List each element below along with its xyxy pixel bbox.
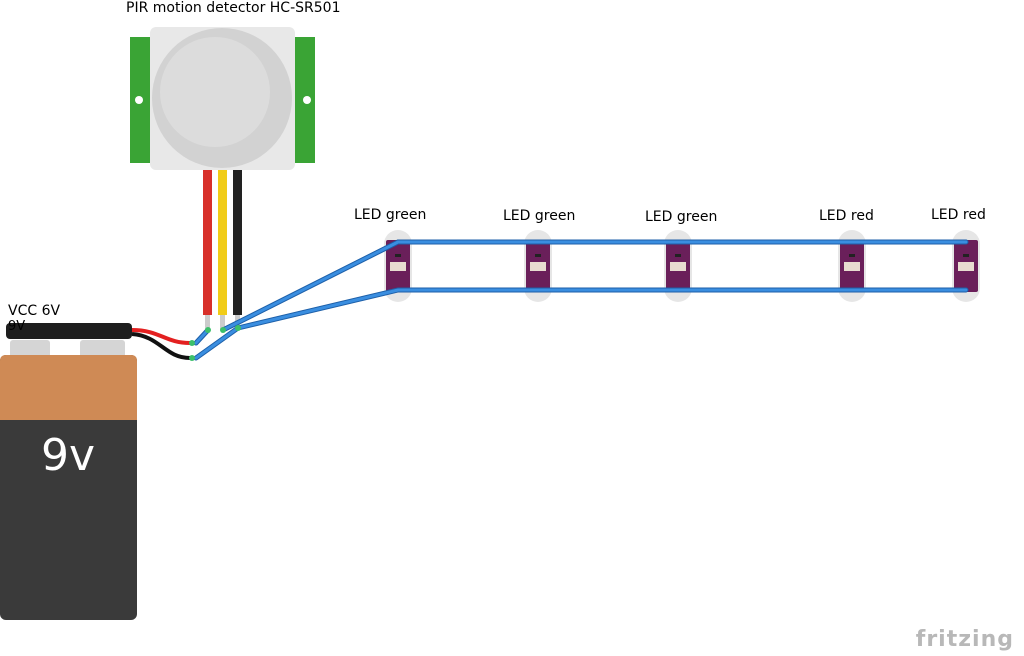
led-label: LED red	[819, 208, 874, 224]
fritzing-logo: fritzing	[915, 627, 1014, 652]
led-label: LED green	[645, 209, 718, 225]
battery-voltage-label: 9V	[8, 319, 26, 334]
led-label: LED green	[503, 208, 576, 224]
pir-sensor[interactable]	[130, 27, 315, 330]
battery-vcc-label: VCC 6V	[8, 303, 61, 319]
battery-face-text: 9v	[40, 430, 96, 481]
pir-label: PIR motion detector HC-SR501	[126, 0, 341, 16]
breadboard-canvas: PIR motion detector HC-SR501 VCC 6V 9V 9…	[0, 0, 1024, 656]
led-label: LED red	[931, 207, 986, 223]
circuit-drawing	[0, 27, 980, 620]
led-label: LED green	[354, 207, 427, 223]
